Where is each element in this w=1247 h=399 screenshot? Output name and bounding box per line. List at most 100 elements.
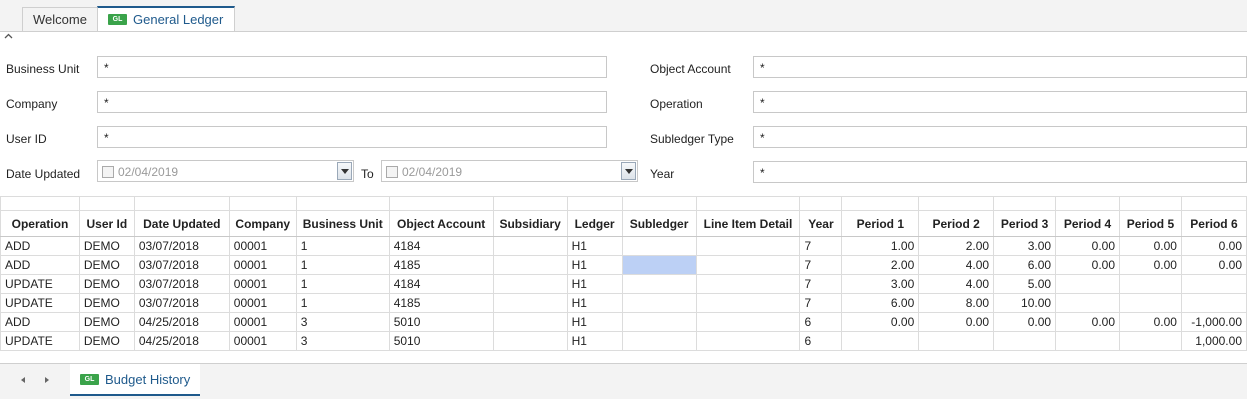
scroll-left-icon[interactable] — [18, 374, 28, 386]
table-cell[interactable]: 2.00 — [841, 255, 920, 275]
table-cell[interactable]: 00001 — [228, 255, 297, 275]
table-cell[interactable] — [1055, 331, 1120, 351]
table-cell[interactable] — [621, 331, 697, 351]
table-cell[interactable] — [492, 236, 568, 256]
table-cell[interactable]: UPDATE — [0, 274, 80, 294]
table-cell[interactable] — [621, 236, 697, 256]
table-cell[interactable] — [918, 331, 995, 351]
table-row[interactable]: UPDATE DEMO 03/07/2018 00001 1 4185 H1 7 6.00 8.0… — [0, 293, 1247, 313]
table-row[interactable]: UPDATE DEMO 03/07/2018 00001 1 4184 H1 7 3.00 4.0… — [0, 274, 1247, 294]
table-cell[interactable]: ADD — [0, 236, 80, 256]
table-cell[interactable]: 1 — [295, 274, 390, 294]
table-cell[interactable]: UPDATE — [0, 331, 80, 351]
table-cell[interactable]: DEMO — [78, 255, 135, 275]
table-cell[interactable]: ADD — [0, 255, 80, 275]
table-cell[interactable]: 1 — [295, 255, 390, 275]
column-header-period-1[interactable]: Period 1 — [841, 210, 920, 237]
table-cell[interactable]: 0.00 — [1180, 255, 1247, 275]
table-cell[interactable]: -1,000.00 — [1180, 312, 1247, 332]
table-cell[interactable] — [492, 274, 568, 294]
table-cell[interactable]: 7 — [799, 255, 843, 275]
table-cell[interactable]: 03/07/2018 — [133, 274, 230, 294]
table-cell[interactable]: 7 — [799, 274, 843, 294]
table-cell[interactable] — [492, 312, 568, 332]
date-from-picker[interactable]: 02/04/2019 — [97, 160, 354, 182]
column-header-period-6[interactable]: Period 6 — [1180, 210, 1247, 237]
table-cell[interactable] — [1119, 331, 1182, 351]
year-input[interactable]: * — [753, 161, 1247, 183]
table-cell[interactable]: 0.00 — [1119, 255, 1182, 275]
column-header-company[interactable]: Company — [228, 210, 297, 237]
date-to-picker[interactable]: 02/04/2019 — [381, 160, 638, 182]
table-cell[interactable] — [492, 331, 568, 351]
table-cell[interactable] — [695, 255, 801, 275]
table-cell[interactable]: 1 — [295, 293, 390, 313]
table-cell[interactable] — [993, 331, 1057, 351]
table-cell[interactable]: H1 — [566, 274, 623, 294]
table-cell[interactable]: ADD — [0, 312, 80, 332]
table-cell[interactable] — [695, 274, 801, 294]
table-cell[interactable]: 0.00 — [1055, 236, 1120, 256]
table-cell[interactable] — [1119, 293, 1182, 313]
table-cell[interactable]: 4.00 — [918, 255, 995, 275]
subledger-type-input[interactable]: * — [753, 126, 1247, 148]
table-cell[interactable]: 04/25/2018 — [133, 312, 230, 332]
object-account-input[interactable]: * — [753, 56, 1247, 78]
column-header-period-4[interactable]: Period 4 — [1055, 210, 1120, 237]
table-cell[interactable] — [695, 312, 801, 332]
table-cell[interactable]: 1.00 — [841, 236, 920, 256]
collapse-caret-icon[interactable] — [4, 33, 13, 40]
date-to-dropdown-button[interactable] — [621, 162, 636, 180]
table-cell[interactable] — [695, 293, 801, 313]
table-cell[interactable]: 03/07/2018 — [133, 255, 230, 275]
table-cell[interactable]: H1 — [566, 312, 623, 332]
table-cell[interactable]: H1 — [566, 255, 623, 275]
date-from-checkbox[interactable] — [102, 166, 114, 178]
table-cell[interactable]: 00001 — [228, 312, 297, 332]
table-cell[interactable] — [492, 255, 568, 275]
table-cell[interactable]: H1 — [566, 236, 623, 256]
table-cell[interactable]: DEMO — [78, 312, 135, 332]
table-cell[interactable]: 00001 — [228, 331, 297, 351]
table-cell[interactable]: 0.00 — [841, 312, 920, 332]
table-cell[interactable]: 7 — [799, 293, 843, 313]
column-header-operation[interactable]: Operation — [0, 210, 80, 237]
table-cell[interactable] — [1180, 293, 1247, 313]
column-header-date-updated[interactable]: Date Updated — [133, 210, 230, 237]
table-cell[interactable]: 1,000.00 — [1180, 331, 1247, 351]
table-cell[interactable]: 3 — [295, 312, 390, 332]
table-cell[interactable]: H1 — [566, 331, 623, 351]
table-cell[interactable]: 3 — [295, 331, 390, 351]
table-cell[interactable]: 6 — [799, 331, 843, 351]
table-cell[interactable]: 1 — [295, 236, 390, 256]
column-header-user-id[interactable]: User Id — [78, 210, 135, 237]
table-row[interactable]: ADD DEMO 03/07/2018 00001 1 4185 H1 7 2.00 4.00 6.… — [0, 255, 1247, 275]
table-cell[interactable] — [1055, 293, 1120, 313]
table-cell[interactable]: 03/07/2018 — [133, 293, 230, 313]
table-cell[interactable]: 4184 — [388, 274, 494, 294]
table-cell[interactable]: 03/07/2018 — [133, 236, 230, 256]
table-cell[interactable]: 5.00 — [993, 274, 1057, 294]
table-cell[interactable]: 0.00 — [1119, 236, 1182, 256]
table-cell[interactable]: 00001 — [228, 236, 297, 256]
table-cell[interactable]: 04/25/2018 — [133, 331, 230, 351]
column-header-period-5[interactable]: Period 5 — [1119, 210, 1182, 237]
date-from-dropdown-button[interactable] — [337, 162, 352, 180]
date-to-checkbox[interactable] — [386, 166, 398, 178]
column-header-line-item-detail[interactable]: Line Item Detail — [695, 210, 801, 237]
table-cell[interactable]: H1 — [566, 293, 623, 313]
table-cell[interactable]: DEMO — [78, 331, 135, 351]
column-header-subsidiary[interactable]: Subsidiary — [492, 210, 568, 237]
table-row[interactable]: ADD DEMO 04/25/2018 00001 3 5010 H1 6 0.00 0.00 0.… — [0, 312, 1247, 332]
user-id-input[interactable]: * — [97, 126, 607, 148]
table-cell[interactable]: 0.00 — [1119, 312, 1182, 332]
column-header-period-3[interactable]: Period 3 — [993, 210, 1057, 237]
table-cell[interactable]: 7 — [799, 236, 843, 256]
table-cell[interactable] — [621, 255, 697, 275]
column-header-object-account[interactable]: Object Account — [388, 210, 494, 237]
table-cell[interactable]: 3.00 — [993, 236, 1057, 256]
table-cell[interactable] — [492, 293, 568, 313]
table-cell[interactable]: 0.00 — [1055, 312, 1120, 332]
table-cell[interactable]: 8.00 — [918, 293, 995, 313]
table-cell[interactable] — [841, 331, 920, 351]
